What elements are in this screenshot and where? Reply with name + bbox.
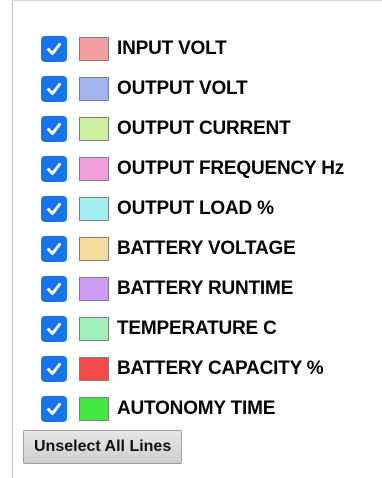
line-checkbox[interactable] [41, 156, 67, 182]
line-color-swatch [79, 77, 109, 101]
legend-row[interactable]: INPUT VOLT [41, 29, 344, 69]
legend-row[interactable]: OUTPUT CURRENT [41, 109, 344, 149]
line-color-swatch [79, 157, 109, 181]
line-selector-list: INPUT VOLT OUTPUT VOLT OUTPUT CURRENT OUTPU… [41, 29, 344, 429]
line-checkbox[interactable] [41, 116, 67, 142]
line-label: INPUT VOLT [117, 38, 227, 59]
line-label: OUTPUT LOAD % [117, 198, 274, 219]
line-checkbox[interactable] [41, 276, 67, 302]
checkmark-icon [47, 363, 61, 375]
legend-row[interactable]: BATTERY VOLTAGE [41, 229, 344, 269]
unselect-all-lines-button[interactable]: Unselect All Lines [23, 430, 183, 464]
line-checkbox[interactable] [41, 76, 67, 102]
line-checkbox[interactable] [41, 396, 67, 422]
line-label: BATTERY VOLTAGE [117, 238, 296, 259]
line-checkbox[interactable] [41, 356, 67, 382]
line-label: TEMPERATURE C [117, 318, 277, 339]
checkmark-icon [47, 43, 61, 55]
line-label: AUTONOMY TIME [117, 398, 276, 419]
line-color-swatch [79, 317, 109, 341]
checkmark-icon [47, 83, 61, 95]
legend-row[interactable]: BATTERY RUNTIME [41, 269, 344, 309]
legend-row[interactable]: OUTPUT FREQUENCY Hz [41, 149, 344, 189]
line-color-swatch [79, 237, 109, 261]
line-checkbox[interactable] [41, 36, 67, 62]
line-color-swatch [79, 197, 109, 221]
line-color-swatch [79, 37, 109, 61]
line-label: OUTPUT CURRENT [117, 118, 291, 139]
line-checkbox[interactable] [41, 236, 67, 262]
line-color-swatch [79, 357, 109, 381]
line-checkbox[interactable] [41, 316, 67, 342]
line-color-swatch [79, 277, 109, 301]
line-label: OUTPUT FREQUENCY Hz [117, 158, 345, 179]
line-color-swatch [79, 117, 109, 141]
line-checkbox[interactable] [41, 196, 67, 222]
checkmark-icon [47, 323, 61, 335]
checkmark-icon [47, 163, 61, 175]
checkmark-icon [47, 123, 61, 135]
legend-panel: INPUT VOLT OUTPUT VOLT OUTPUT CURRENT OUTPU… [12, 0, 382, 478]
checkmark-icon [47, 203, 61, 215]
legend-row[interactable]: OUTPUT VOLT [41, 69, 344, 109]
line-label: BATTERY CAPACITY % [117, 358, 324, 379]
checkmark-icon [47, 243, 61, 255]
line-label: BATTERY RUNTIME [117, 278, 294, 299]
legend-row[interactable]: BATTERY CAPACITY % [41, 349, 344, 389]
line-label: OUTPUT VOLT [117, 78, 248, 99]
line-color-swatch [79, 397, 109, 421]
checkmark-icon [47, 283, 61, 295]
checkmark-icon [47, 403, 61, 415]
legend-row[interactable]: AUTONOMY TIME [41, 389, 344, 429]
legend-row[interactable]: TEMPERATURE C [41, 309, 344, 349]
legend-row[interactable]: OUTPUT LOAD % [41, 189, 344, 229]
